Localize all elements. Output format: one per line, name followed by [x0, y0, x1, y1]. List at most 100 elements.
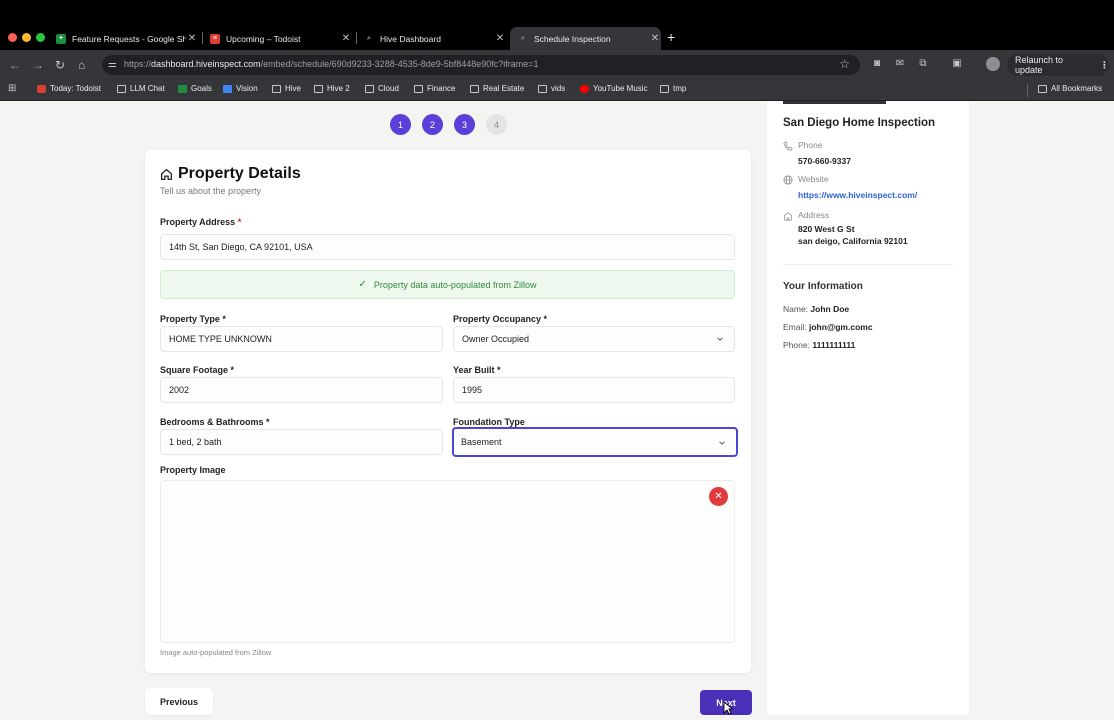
year-built-input[interactable]: 1995 — [453, 377, 735, 403]
chevron-down-icon — [719, 441, 725, 445]
foundation-type-select[interactable]: Basement — [452, 427, 738, 457]
sidebar-divider — [783, 264, 953, 265]
extensions-puzzle-icon[interactable]: ⧉ — [917, 58, 929, 70]
bookmark-goals[interactable]: Goals — [178, 84, 212, 93]
close-tab-icon[interactable]: ✕ — [340, 33, 352, 44]
youtube-music-icon — [580, 84, 589, 93]
chevron-down-icon — [717, 337, 723, 341]
close-tab-icon[interactable]: ✕ — [186, 33, 198, 44]
mail-extension-icon[interactable]: ✉ — [894, 58, 906, 70]
bookmark-hive[interactable]: Hive — [272, 84, 301, 93]
page-subtitle: Tell us about the property — [160, 186, 262, 196]
property-occupancy-select[interactable]: Owner Occupied — [453, 326, 735, 352]
step-2[interactable]: 2 — [422, 114, 443, 135]
forward-icon[interactable]: → — [32, 58, 44, 72]
mouse-cursor-icon — [723, 701, 733, 715]
home-icon[interactable]: ⌂ — [78, 58, 85, 72]
check-icon: ✓ — [358, 279, 367, 290]
company-phone: 570-660-9337 — [798, 156, 851, 166]
bedrooms-bathrooms-input[interactable]: 1 bed, 2 bath — [160, 429, 443, 455]
occupancy-value: Owner Occupied — [462, 334, 530, 344]
user-name-line: Name: John Doe — [783, 304, 850, 314]
your-information-heading: Your Information — [783, 281, 863, 292]
reload-icon[interactable]: ↻ — [55, 58, 65, 72]
relaunch-to-update-button[interactable]: Relaunch to update ⋮ — [1007, 54, 1109, 76]
company-address-row: Address 820 West G St san deigo, Califor… — [783, 210, 908, 247]
tab-title: Hive Dashboard — [380, 33, 441, 44]
close-window-button[interactable] — [8, 33, 17, 42]
previous-button[interactable]: Previous — [145, 688, 213, 715]
hive-icon: ⌕ — [367, 34, 371, 42]
sheets-icon: + — [56, 33, 66, 44]
user-phone-line: Phone: 1111111111 — [783, 340, 856, 350]
property-details-card: Property Details Tell us about the prope… — [145, 150, 751, 673]
bookmark-star-icon[interactable]: ☆ — [839, 57, 850, 71]
year-built-label: Year Built * — [453, 365, 501, 375]
step-3[interactable]: 3 — [454, 114, 475, 135]
browser-tab-schedule-inspection[interactable]: ⌕ Schedule Inspection ✕ — [510, 27, 661, 50]
all-bookmarks[interactable]: All Bookmarks — [1038, 84, 1102, 93]
image-hint: Image auto-populated from Zillow — [160, 648, 272, 657]
title-text: Property Details — [178, 165, 301, 182]
square-footage-input[interactable]: 2002 — [160, 377, 443, 403]
browser-tab-feature-requests[interactable]: + Feature Requests - Google Sh ✕ — [52, 27, 198, 50]
property-image-area: ✕ — [160, 480, 735, 643]
folder-icon — [660, 84, 669, 93]
company-address-line1: 820 West G St — [798, 224, 855, 234]
url-text: https://dashboard.hiveinspect.com/embed/… — [124, 59, 539, 69]
phone-label: Phone — [798, 140, 823, 150]
browser-tab-bar: + Feature Requests - Google Sh ✕ ≡ Upcom… — [0, 0, 1114, 50]
close-tab-icon[interactable]: ✕ — [494, 33, 506, 44]
company-website-link[interactable]: https://www.hiveinspect.com/ — [798, 189, 917, 201]
browser-tab-todoist[interactable]: ≡ Upcoming – Todoist ✕ — [206, 27, 352, 50]
more-menu-icon[interactable]: ⋮ — [1100, 60, 1109, 71]
minimize-window-button[interactable] — [22, 33, 31, 42]
todoist-icon: ≡ — [210, 33, 220, 44]
folder-icon — [1038, 84, 1047, 93]
bookmark-cloud[interactable]: Cloud — [365, 84, 399, 93]
relaunch-label: Relaunch to update — [1015, 55, 1064, 75]
tab-title: Schedule Inspection — [534, 33, 611, 44]
foundation-value: Basement — [461, 437, 502, 447]
close-tab-icon[interactable]: ✕ — [649, 33, 661, 44]
remove-image-button[interactable]: ✕ — [709, 487, 728, 506]
apps-grid-icon[interactable]: ⊞ — [8, 83, 16, 94]
step-1[interactable]: 1 — [390, 114, 411, 135]
company-sidebar: San Diego Home Inspection Phone 570-660-… — [767, 101, 969, 715]
side-panel-icon[interactable]: ▣ — [951, 58, 963, 70]
address-bar[interactable]: ⚌ https://dashboard.hiveinspect.com/embe… — [102, 55, 860, 75]
page-title: Property Details — [160, 165, 301, 183]
bookmark-tmp[interactable]: tmp — [660, 84, 686, 93]
folder-icon — [538, 84, 547, 93]
user-email-line: Email: john@gm.comc — [783, 322, 873, 332]
profile-avatar[interactable] — [986, 57, 1000, 71]
bookmark-llm-chat[interactable]: LLM Chat — [117, 84, 165, 93]
bookmark-finance[interactable]: Finance — [414, 84, 455, 93]
hive-icon: ⌕ — [521, 34, 525, 42]
folder-icon — [470, 84, 479, 93]
website-label: Website — [798, 174, 829, 184]
bookmark-vision[interactable]: Vision — [223, 84, 258, 93]
bookmarks-bar: ⊞ Today: Todoist LLM Chat Goals Vision H… — [0, 80, 1114, 101]
sidebar-divider-top — [783, 101, 886, 104]
company-address-line2: san deigo, California 92101 — [798, 236, 908, 246]
maximize-window-button[interactable] — [36, 33, 45, 42]
tab-separator — [202, 32, 203, 44]
site-settings-icon[interactable]: ⚌ — [108, 59, 117, 70]
company-website-row: Website https://www.hiveinspect.com/ — [783, 174, 917, 201]
step-indicator: 1 2 3 4 — [390, 114, 507, 135]
camera-extension-icon[interactable]: ◙ — [871, 58, 883, 70]
page-content: 1 2 3 4 Property Details Tell us about t… — [0, 101, 1114, 720]
new-tab-icon[interactable]: + — [667, 29, 675, 45]
bookmark-youtube-music[interactable]: YouTube Music — [580, 84, 648, 93]
bookmark-vids[interactable]: vids — [538, 84, 565, 93]
property-type-input[interactable]: HOME TYPE UNKNOWN — [160, 326, 443, 352]
back-icon[interactable]: ← — [9, 58, 21, 72]
browser-tab-hive-dashboard[interactable]: ⌕ Hive Dashboard ✕ — [360, 27, 506, 50]
property-occupancy-label: Property Occupancy * — [453, 314, 548, 324]
folder-icon — [117, 84, 126, 93]
bookmark-hive-2[interactable]: Hive 2 — [314, 84, 350, 93]
property-address-input[interactable]: 14th St, San Diego, CA 92101, USA — [160, 234, 735, 260]
bookmark-today-todoist[interactable]: Today: Todoist — [37, 84, 101, 93]
bookmark-real-estate[interactable]: Real Estate — [470, 84, 524, 93]
